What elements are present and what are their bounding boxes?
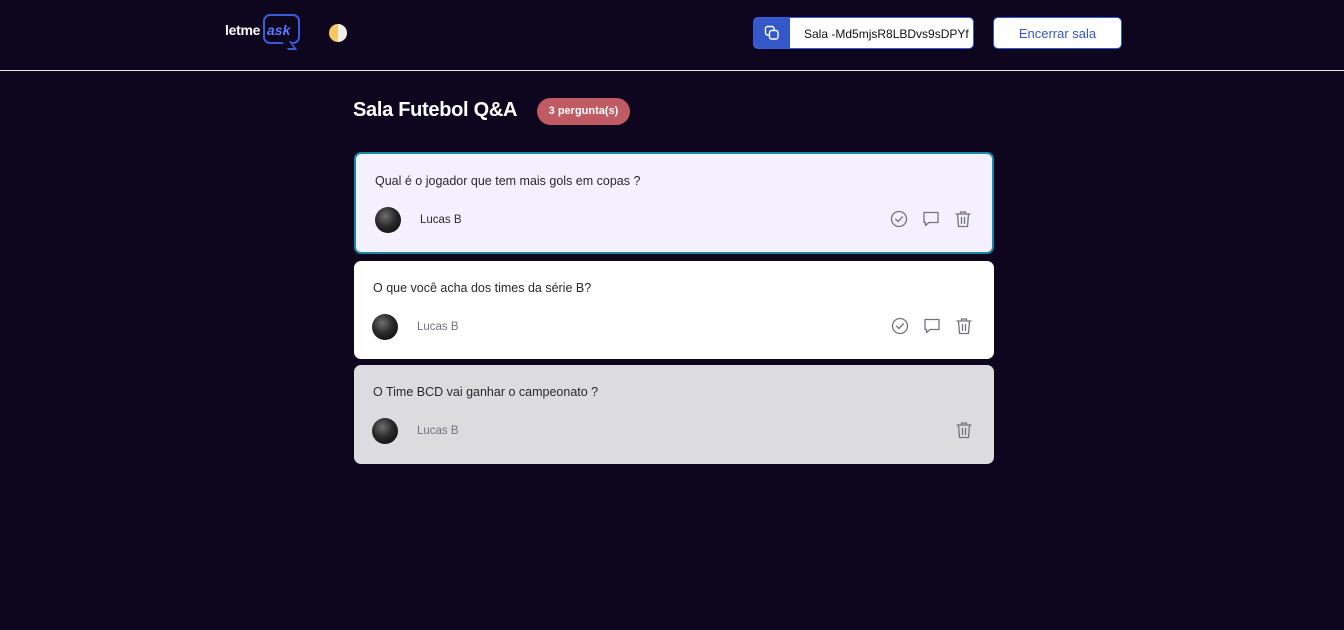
trash-icon[interactable] <box>953 209 973 229</box>
room-code-text: Sala -Md5mjsR8LBDvs9sDPYf <box>804 27 969 41</box>
letmeask-logo[interactable]: letme ask <box>225 14 305 52</box>
avatar <box>372 314 398 340</box>
question-count-badge: 3 pergunta(s) <box>537 98 630 125</box>
trash-icon[interactable] <box>954 420 974 440</box>
copy-icon <box>764 25 779 40</box>
page-title: Sala Futebol Q&A <box>353 99 518 121</box>
author-name: Lucas B <box>417 425 459 437</box>
copy-room-code-button[interactable]: Sala -Md5mjsR8LBDvs9sDPYf <box>753 17 974 49</box>
logo-accent-text: ask <box>267 22 291 38</box>
question-card: O Time BCD vai ganhar o campeonato ? Luc… <box>354 365 994 464</box>
chat-bubble-icon[interactable] <box>922 316 942 336</box>
check-circle-icon[interactable] <box>889 209 909 229</box>
question-card: Qual é o jogador que tem mais gols em co… <box>354 152 994 254</box>
logo-text: letme <box>225 22 261 38</box>
question-card: O que você acha dos times da série B? Lu… <box>354 261 994 359</box>
question-text: O que você acha dos times da série B? <box>373 281 592 295</box>
theme-toggle-icon[interactable] <box>329 24 347 42</box>
author-name: Lucas B <box>417 321 459 333</box>
avatar <box>372 418 398 444</box>
author-name: Lucas B <box>420 214 462 226</box>
copy-icon-box <box>754 18 790 48</box>
check-circle-icon[interactable] <box>890 316 910 336</box>
page-header: letme ask Sala -Md5mjsR8LBDvs9sDPYf Ence… <box>0 0 1344 71</box>
question-text: Qual é o jogador que tem mais gols em co… <box>375 174 641 188</box>
close-room-button[interactable]: Encerrar sala <box>993 17 1122 49</box>
question-text: O Time BCD vai ganhar o campeonato ? <box>373 385 599 399</box>
trash-icon[interactable] <box>954 316 974 336</box>
avatar <box>375 207 401 233</box>
chat-bubble-icon[interactable] <box>921 209 941 229</box>
